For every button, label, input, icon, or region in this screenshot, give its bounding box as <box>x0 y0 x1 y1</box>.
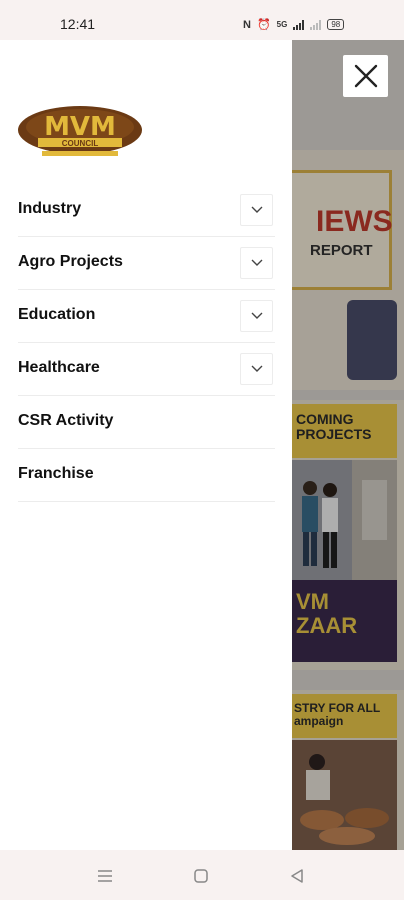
nfc-icon: N <box>243 18 251 31</box>
menu-item-agro-projects[interactable]: Agro Projects <box>18 237 275 290</box>
back-triangle-icon <box>291 869 303 883</box>
close-menu-button[interactable] <box>343 55 388 97</box>
menu-item-label: Healthcare <box>18 359 100 376</box>
mvm-council-logo[interactable]: MVM COUNCIL <box>18 104 142 160</box>
signal-icon <box>293 19 305 30</box>
logo-subtitle: COUNCIL <box>62 139 99 148</box>
menu-item-education[interactable]: Education <box>18 290 275 343</box>
drawer-menu: Industry Agro Projects Education Healthc… <box>18 184 275 502</box>
home-button[interactable] <box>190 865 212 887</box>
menu-item-franchise[interactable]: Franchise <box>18 449 275 502</box>
menu-item-label: Franchise <box>18 465 94 482</box>
scrim-overlay[interactable] <box>292 40 404 850</box>
network-type-icon: 5G <box>276 20 288 29</box>
expand-education-button[interactable] <box>240 300 273 332</box>
close-icon <box>354 64 377 88</box>
menu-item-label: CSR Activity <box>18 412 114 429</box>
menu-item-label: Education <box>18 306 96 323</box>
recent-apps-button[interactable] <box>94 865 116 887</box>
expand-healthcare-button[interactable] <box>240 353 273 385</box>
chevron-down-icon <box>251 259 262 266</box>
status-bar: 12:41 N ⏰ 5G 98 <box>0 0 404 40</box>
menu-lines-icon <box>98 870 112 882</box>
home-square-icon <box>194 869 208 883</box>
menu-item-label: Agro Projects <box>18 253 123 270</box>
menu-item-label: Industry <box>18 200 82 217</box>
alarm-icon: ⏰ <box>256 19 271 31</box>
chevron-down-icon <box>251 312 262 319</box>
expand-industry-button[interactable] <box>240 194 273 226</box>
status-time: 12:41 <box>60 16 96 32</box>
logo-name: MVM <box>44 112 116 142</box>
menu-item-csr-activity[interactable]: CSR Activity <box>18 396 275 449</box>
status-icons: N ⏰ 5G 98 <box>243 18 345 31</box>
chevron-down-icon <box>251 365 262 372</box>
menu-item-industry[interactable]: Industry <box>18 184 275 237</box>
expand-agro-projects-button[interactable] <box>240 247 273 279</box>
battery-icon: 98 <box>327 19 345 30</box>
menu-item-healthcare[interactable]: Healthcare <box>18 343 275 396</box>
back-button[interactable] <box>286 865 308 887</box>
system-nav-bar <box>0 850 404 900</box>
navigation-drawer: MVM COUNCIL Industry Agro Projects Educa… <box>0 40 292 850</box>
chevron-down-icon <box>251 206 262 213</box>
signal-2-icon <box>310 19 322 30</box>
